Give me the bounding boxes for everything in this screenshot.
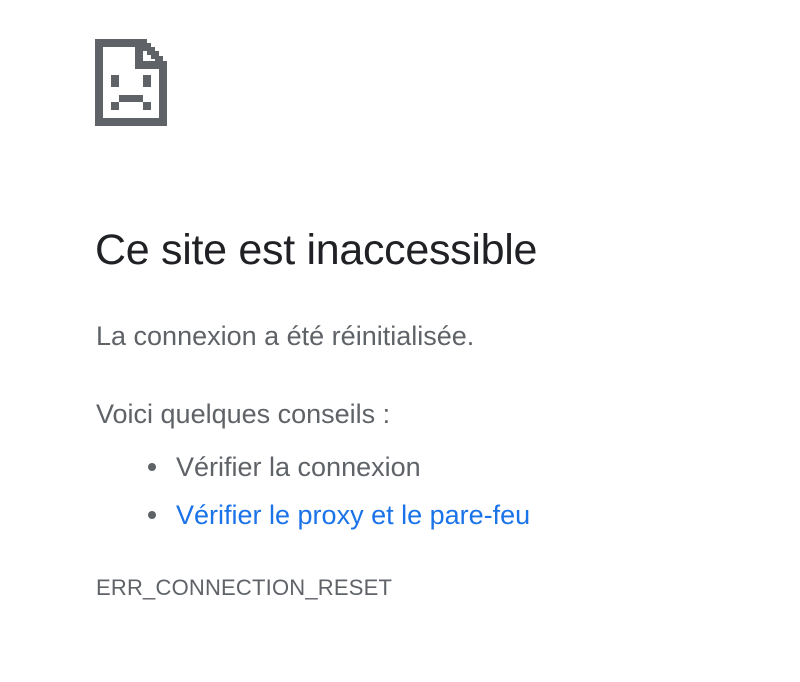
tips-heading: Voici quelques conseils : xyxy=(96,399,391,429)
tip-item-check-proxy: Vérifier le proxy et le pare-feu xyxy=(146,491,530,539)
error-code: ERR_CONNECTION_RESET xyxy=(96,575,393,600)
tip-item-check-connection: Vérifier la connexion xyxy=(146,443,530,491)
bullet-icon xyxy=(148,463,156,471)
tip-check-connection-label: Vérifier la connexion xyxy=(176,452,421,482)
bullet-icon xyxy=(148,511,156,519)
page-title: Ce site est inaccessible xyxy=(95,226,538,274)
error-description: La connexion a été réinitialisée. xyxy=(96,321,475,351)
tips-list: Vérifier la connexion Vérifier le proxy … xyxy=(146,443,530,539)
check-proxy-firewall-link[interactable]: Vérifier le proxy et le pare-feu xyxy=(176,500,530,530)
sad-page-icon xyxy=(95,39,167,126)
